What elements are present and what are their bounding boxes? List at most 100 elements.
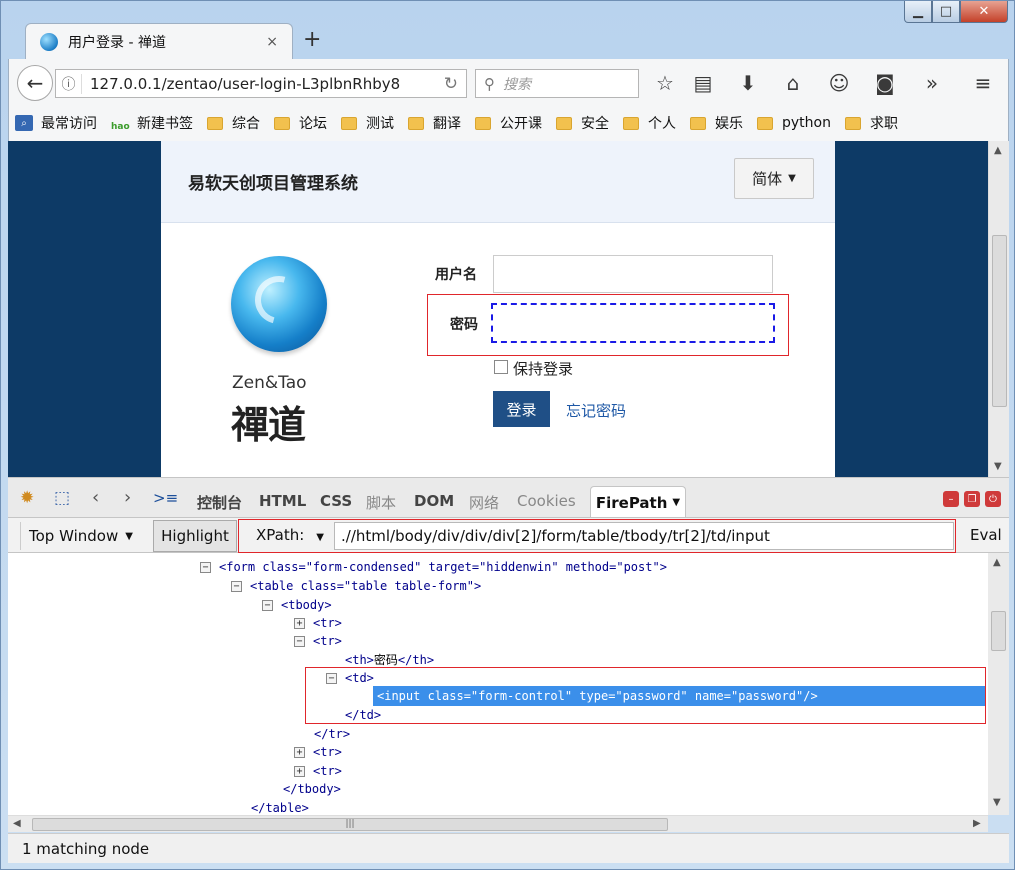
reload-icon[interactable]: ↻ bbox=[444, 74, 458, 94]
tree-node-td-close[interactable]: </td> bbox=[345, 706, 381, 724]
tab-cookies[interactable]: Cookies bbox=[517, 492, 576, 510]
tree-node-tr-close[interactable]: </tr> bbox=[314, 725, 350, 743]
language-dropdown[interactable]: 简体 ▼ bbox=[734, 158, 814, 199]
scroll-left-icon[interactable]: ◀ bbox=[13, 818, 21, 829]
forgot-password-link[interactable]: 忘记密码 bbox=[566, 400, 626, 421]
maximize-button[interactable]: □ bbox=[932, 1, 960, 23]
bookmark-label: python bbox=[782, 115, 831, 131]
bookmark-label: 个人 bbox=[648, 116, 676, 132]
tab-html[interactable]: HTML bbox=[259, 492, 306, 510]
firebug-minimize-icon[interactable]: – bbox=[943, 491, 959, 507]
expand-icon[interactable]: + bbox=[294, 747, 305, 758]
scroll-up-icon[interactable]: ▲ bbox=[994, 145, 1002, 156]
tree-node-form[interactable]: − <form class="form-condensed" target="hi… bbox=[200, 558, 667, 576]
bookmark-folder[interactable]: 公开课 bbox=[475, 113, 542, 133]
browser-tab[interactable]: 用户登录 - 禅道 × bbox=[25, 23, 293, 59]
keep-login-checkbox[interactable] bbox=[494, 360, 508, 374]
tree-node-td[interactable]: − <td> bbox=[326, 669, 374, 687]
folder-icon bbox=[844, 116, 861, 130]
url-text[interactable]: 127.0.0.1/zentao/user-login-L3plbnRhby8 bbox=[90, 75, 420, 93]
collapse-icon[interactable]: − bbox=[231, 581, 242, 592]
bookmark-folder[interactable]: 综合 bbox=[207, 113, 260, 133]
bookmark-folder[interactable]: 测试 bbox=[341, 113, 394, 133]
xpath-input[interactable]: .//html/body/div/div/div[2]/form/table/t… bbox=[334, 522, 954, 550]
bookmark-folder[interactable]: 安全 bbox=[556, 113, 609, 133]
tree-node-tr[interactable]: + <tr> bbox=[294, 762, 342, 780]
bookmark-folder[interactable]: 个人 bbox=[623, 113, 676, 133]
collapse-icon[interactable]: − bbox=[326, 673, 337, 684]
bookmark-new[interactable]: hao 新建书签 bbox=[111, 113, 193, 133]
eval-button[interactable]: Eval bbox=[970, 526, 1002, 544]
url-bar[interactable]: ⓘ 127.0.0.1/zentao/user-login-L3plbnRhby… bbox=[55, 69, 467, 98]
new-tab-button[interactable]: + bbox=[303, 27, 321, 52]
collapse-icon[interactable]: − bbox=[294, 636, 305, 647]
bookmark-folder[interactable]: 论坛 bbox=[274, 113, 327, 133]
bookmark-label: 求职 bbox=[869, 116, 898, 132]
inspect-icon[interactable]: ⬚ bbox=[54, 488, 70, 508]
scroll-thumb[interactable] bbox=[992, 235, 1007, 407]
login-button[interactable]: 登录 bbox=[493, 391, 550, 427]
zentao-favicon-icon bbox=[40, 32, 58, 51]
tree-scrollbar[interactable]: ▲ ▼ bbox=[988, 553, 1009, 815]
tree-node-tr[interactable]: + <tr> bbox=[294, 743, 342, 761]
scroll-down-icon[interactable]: ▼ bbox=[993, 797, 1001, 808]
tree-node-table[interactable]: − <table class="table table-form"> bbox=[231, 577, 481, 595]
scroll-thumb[interactable]: ||| bbox=[32, 818, 668, 831]
download-icon[interactable]: ⬇ bbox=[735, 71, 761, 95]
brand-chinese: 禪道 bbox=[231, 402, 306, 447]
collapse-icon[interactable]: − bbox=[200, 562, 211, 573]
bookmark-star-icon[interactable]: ☆ bbox=[652, 71, 678, 95]
home-icon[interactable]: ⌂ bbox=[780, 71, 806, 95]
menu-hamburger-icon[interactable]: ≡ bbox=[970, 71, 996, 95]
scroll-down-icon[interactable]: ▼ bbox=[994, 461, 1002, 472]
tree-horizontal-scrollbar[interactable]: ◀ ||| ▶ bbox=[8, 815, 988, 832]
tab-network[interactable]: 网络 bbox=[469, 492, 499, 513]
scroll-thumb[interactable] bbox=[991, 611, 1006, 651]
firebug-icon[interactable]: ✹ bbox=[20, 488, 34, 508]
site-info-icon[interactable]: ⓘ bbox=[56, 73, 82, 94]
pocket-icon[interactable]: ◙ bbox=[872, 71, 898, 95]
tree-node-table-close[interactable]: </table> bbox=[251, 799, 309, 815]
forward-nav-icon[interactable]: › bbox=[124, 487, 131, 508]
bookmark-folder[interactable]: 娱乐 bbox=[690, 113, 743, 133]
scroll-right-icon[interactable]: ▶ bbox=[973, 818, 981, 829]
expand-icon[interactable]: + bbox=[294, 766, 305, 777]
reading-list-icon[interactable]: ▤ bbox=[690, 71, 716, 95]
command-line-icon[interactable]: >≡ bbox=[153, 489, 178, 507]
scroll-up-icon[interactable]: ▲ bbox=[993, 557, 1001, 568]
bookmark-folder[interactable]: 求职 bbox=[844, 113, 898, 133]
back-button[interactable]: ← bbox=[17, 65, 53, 101]
tree-node-tr[interactable]: + <tr> bbox=[294, 614, 342, 632]
firebug-detach-icon[interactable]: ❐ bbox=[964, 491, 980, 507]
close-window-button[interactable]: ✕ bbox=[960, 1, 1008, 23]
username-input[interactable] bbox=[493, 255, 773, 293]
highlight-button[interactable]: Highlight bbox=[153, 520, 237, 552]
xpath-dropdown[interactable]: XPath: ▼ bbox=[256, 526, 324, 544]
tree-node-tr[interactable]: − <tr> bbox=[294, 632, 342, 650]
tab-firepath[interactable]: FirePath ▼ bbox=[590, 486, 686, 518]
selected-tree-row[interactable]: <input class="form-control" type="passwo… bbox=[373, 686, 985, 706]
tab-css[interactable]: CSS bbox=[320, 492, 352, 510]
minimize-button[interactable]: ▁ bbox=[904, 1, 932, 23]
bookmark-folder[interactable]: python bbox=[757, 115, 831, 131]
search-bar[interactable]: ⚲ 搜索 bbox=[475, 69, 639, 98]
overflow-chevron-icon[interactable]: » bbox=[919, 71, 945, 95]
bookmark-folder[interactable]: 翻译 bbox=[408, 113, 461, 133]
page-scrollbar[interactable]: ▲ ▼ bbox=[988, 141, 1009, 477]
back-nav-icon[interactable]: ‹ bbox=[92, 487, 99, 508]
expand-icon[interactable]: + bbox=[294, 618, 305, 629]
top-window-dropdown[interactable]: Top Window ▼ bbox=[20, 522, 141, 550]
collapse-icon[interactable]: − bbox=[262, 600, 273, 611]
bookmark-label: 综合 bbox=[232, 116, 260, 132]
tree-node-text: <tr> bbox=[313, 634, 342, 648]
password-input[interactable] bbox=[491, 303, 775, 343]
tree-node-tbody-close[interactable]: </tbody> bbox=[283, 780, 341, 798]
firebug-power-icon[interactable]: ⏻ bbox=[985, 491, 1001, 507]
tab-dom[interactable]: DOM bbox=[414, 492, 454, 510]
bookmark-most-visited[interactable]: ⌕ 最常访问 bbox=[15, 113, 97, 133]
tree-node-tbody[interactable]: − <tbody> bbox=[262, 596, 332, 614]
tab-script[interactable]: 脚本 bbox=[366, 492, 396, 513]
tab-console[interactable]: 控制台 bbox=[197, 492, 242, 513]
tab-close-icon[interactable]: × bbox=[266, 34, 278, 50]
emoji-icon[interactable]: ☺ bbox=[826, 71, 852, 95]
